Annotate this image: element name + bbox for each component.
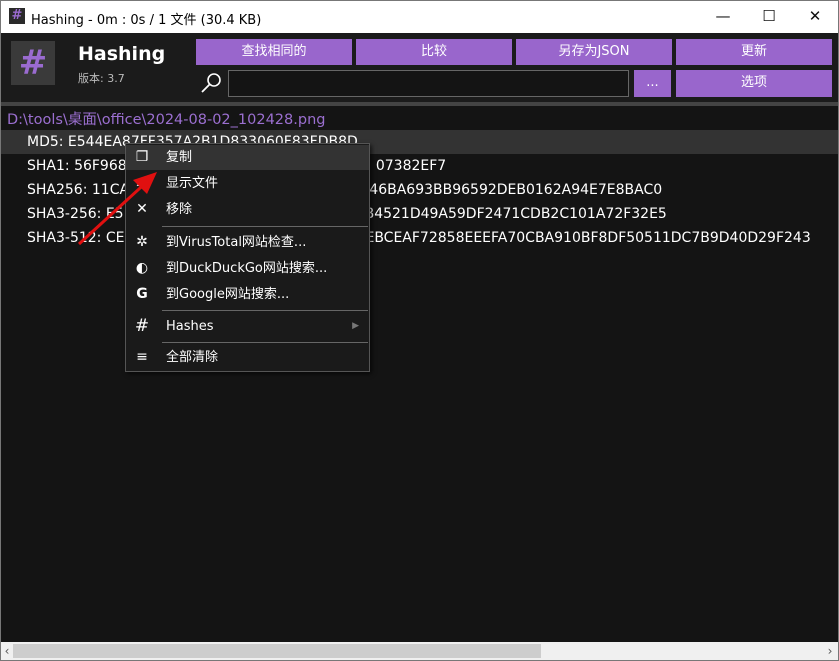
menu-item-duckduckgo[interactable]: ◐ 到DuckDuckGo网站搜索... (126, 256, 369, 281)
find-same-button[interactable]: 查找相同的 (196, 39, 352, 65)
menu-item-google[interactable]: G 到Google网站搜索... (126, 282, 369, 307)
window-title: Hashing - 0m : 0s / 1 文件 (30.4 KB) (31, 13, 262, 28)
options-button[interactable]: 选项 (676, 70, 832, 97)
clear-all-icon: ≡ (136, 349, 148, 365)
menu-separator (162, 310, 368, 311)
search-icon (201, 73, 221, 93)
search-input[interactable] (228, 70, 629, 97)
menu-separator (162, 226, 368, 227)
divider (1, 102, 838, 106)
hash-icon: # (134, 316, 150, 336)
minimize-button[interactable]: — (700, 1, 746, 33)
browse-button[interactable]: ... (634, 70, 671, 97)
save-json-button[interactable]: 另存为JSON (516, 39, 672, 65)
close-button[interactable]: ✕ (792, 1, 838, 33)
menu-separator (162, 342, 368, 343)
google-icon: G (136, 286, 148, 302)
compare-button[interactable]: 比较 (356, 39, 512, 65)
menu-item-clear-all[interactable]: ≡ 全部清除 (126, 345, 369, 370)
menu-item-hashes[interactable]: # Hashes ▶ (126, 314, 369, 339)
scroll-right-icon[interactable]: › (824, 642, 836, 660)
app-name: Hashing (78, 43, 166, 65)
app-logo: # (11, 41, 55, 85)
scroll-left-icon[interactable]: ‹ (1, 642, 13, 660)
app-icon: # (9, 8, 25, 24)
update-button[interactable]: 更新 (676, 39, 832, 65)
maximize-button[interactable]: ☐ (746, 1, 792, 33)
submenu-arrow-icon: ▶ (352, 321, 359, 331)
file-path[interactable]: D:\tools\桌面\office\2024-08-02_102428.png (7, 108, 325, 129)
red-arrow-annotation (77, 172, 157, 246)
duckduckgo-icon: ◐ (135, 260, 149, 276)
app-header: # Hashing 版本: 3.7 查找相同的 比较 另存为JSON 更新 ..… (1, 33, 838, 102)
horizontal-scrollbar[interactable]: ‹ › (1, 642, 838, 660)
scrollbar-thumb[interactable] (13, 644, 541, 658)
version-label: 版本: 3.7 (78, 72, 125, 85)
title-bar: # Hashing - 0m : 0s / 1 文件 (30.4 KB) — ☐… (1, 1, 838, 33)
